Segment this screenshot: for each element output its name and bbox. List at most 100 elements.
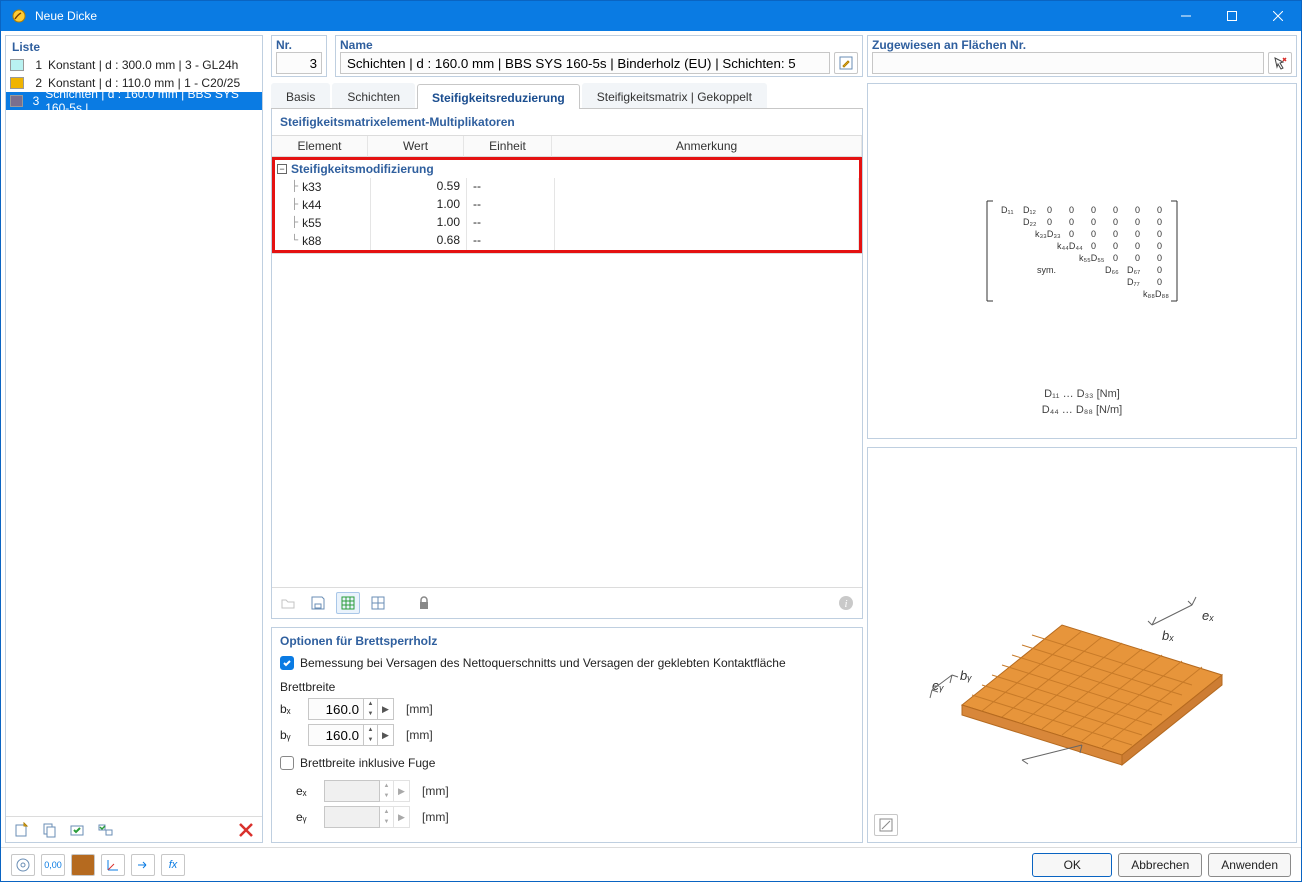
svg-text:0: 0 <box>1135 241 1140 251</box>
ok-button[interactable]: OK <box>1032 853 1112 877</box>
grid-toolbar: i <box>272 587 862 618</box>
goto-icon[interactable] <box>131 854 155 876</box>
tab-schichten[interactable]: Schichten <box>332 83 415 108</box>
axis-icon[interactable] <box>101 854 125 876</box>
close-button[interactable] <box>1255 1 1301 31</box>
minimize-button[interactable] <box>1163 1 1209 31</box>
grid-group-row[interactable]: − Steifigkeitsmodifizierung <box>275 160 859 178</box>
tab-steifigkeitsmatrix[interactable]: Steifigkeitsmatrix | Gekoppelt <box>582 83 767 108</box>
svg-text:0: 0 <box>1135 253 1140 263</box>
svg-text:0: 0 <box>1091 205 1096 215</box>
bx-label: bₓ <box>280 702 300 716</box>
tab-basis[interactable]: Basis <box>271 83 330 108</box>
nr-input[interactable] <box>276 52 322 74</box>
tab-bar: Basis Schichten Steifigkeitsreduzierung … <box>271 83 863 109</box>
apply-button[interactable]: Anwenden <box>1208 853 1291 877</box>
check-used-icon[interactable] <box>66 819 90 841</box>
help-icon[interactable] <box>11 854 35 876</box>
bx-picker-icon[interactable]: ▶ <box>378 698 394 720</box>
check-net-cross-section[interactable] <box>280 656 294 670</box>
check-include-gap[interactable] <box>280 756 294 770</box>
color-icon[interactable] <box>71 854 95 876</box>
app-icon <box>9 6 29 26</box>
svg-text:k₃₃D₃₃: k₃₃D₃₃ <box>1035 229 1061 239</box>
list-toolbar <box>6 816 262 842</box>
col-wert: Wert <box>368 136 464 157</box>
view-compact-icon[interactable] <box>366 592 390 614</box>
window-title: Neue Dicke <box>35 9 97 23</box>
svg-text:0: 0 <box>1157 265 1162 275</box>
board-width-title: Brettbreite <box>280 680 854 694</box>
svg-text:0: 0 <box>1047 205 1052 215</box>
maximize-button[interactable] <box>1209 1 1255 31</box>
check-net-cross-section-label: Bemessung bei Versagen des Nettoquerschn… <box>300 656 786 670</box>
pick-surface-icon[interactable] <box>1268 52 1292 74</box>
tab-steifigkeitsreduzierung[interactable]: Steifigkeitsreduzierung <box>417 84 580 109</box>
matrix-legend-1: D₁₁ … D₃₃ [Nm] <box>868 386 1296 402</box>
save-icon[interactable] <box>306 592 330 614</box>
svg-text:0: 0 <box>1069 229 1074 239</box>
col-element: Element <box>272 136 368 157</box>
svg-text:D₁₁: D₁₁ <box>1001 205 1014 215</box>
assigned-input[interactable] <box>872 52 1264 74</box>
grid-row[interactable]: ├k33 0.59 -- <box>275 178 859 196</box>
svg-text:0: 0 <box>1113 229 1118 239</box>
check-include-gap-label: Brettbreite inklusive Fuge <box>300 756 435 770</box>
list-header: Liste <box>6 36 262 56</box>
grid-row[interactable]: ├k55 1.00 -- <box>275 214 859 232</box>
svg-text:0: 0 <box>1135 229 1140 239</box>
thickness-list[interactable]: 1 Konstant | d : 300.0 mm | 3 - GL24h 2 … <box>6 56 262 816</box>
svg-text:0: 0 <box>1157 241 1162 251</box>
list-panel: Liste 1 Konstant | d : 300.0 mm | 3 - GL… <box>5 35 263 843</box>
svg-text:0: 0 <box>1091 229 1096 239</box>
svg-text:D₆₇: D₆₇ <box>1127 265 1140 275</box>
bx-stepper[interactable]: ▲▼ <box>364 698 378 720</box>
matrix-legend-2: D₄₄ … D₈₈ [N/m] <box>868 402 1296 418</box>
col-anmerkung: Anmerkung <box>552 136 862 157</box>
matrix-preview: D₁₁D₁₂ 000000 D₂₂000000 k₃₃D₃₃00000 k₄₄D… <box>867 83 1297 439</box>
ex-picker-icon: ▶ <box>394 780 410 802</box>
list-item[interactable]: 3 Schichten | d : 160.0 mm | BBS SYS 160… <box>6 92 262 110</box>
copy-item-icon[interactable] <box>38 819 62 841</box>
ey-unit: [mm] <box>422 810 449 824</box>
svg-text:0: 0 <box>1113 241 1118 251</box>
svg-text:D₁₂: D₁₂ <box>1023 205 1037 215</box>
bx-input[interactable] <box>308 698 364 720</box>
grid-row[interactable]: └k88 0.68 -- <box>275 232 859 250</box>
svg-text:bᵧ: bᵧ <box>960 668 972 683</box>
svg-text:0: 0 <box>1091 241 1096 251</box>
edit-name-icon[interactable] <box>834 52 858 74</box>
svg-text:0: 0 <box>1157 217 1162 227</box>
list-item[interactable]: 1 Konstant | d : 300.0 mm | 3 - GL24h <box>6 56 262 74</box>
svg-text:0: 0 <box>1113 253 1118 263</box>
cancel-button[interactable]: Abbrechen <box>1118 853 1202 877</box>
delete-item-icon[interactable] <box>234 819 258 841</box>
color-swatch <box>10 77 24 89</box>
svg-text:0: 0 <box>1157 229 1162 239</box>
clt-preview: eₓ bₓ bᵧ eᵧ <box>867 447 1297 843</box>
collapse-icon[interactable]: − <box>277 164 287 174</box>
preview-settings-icon[interactable] <box>874 814 898 836</box>
svg-text:0: 0 <box>1113 217 1118 227</box>
svg-text:D₂₂: D₂₂ <box>1023 217 1037 227</box>
new-item-icon[interactable] <box>10 819 34 841</box>
function-icon[interactable]: fx <box>161 854 185 876</box>
svg-text:0: 0 <box>1091 217 1096 227</box>
by-stepper[interactable]: ▲▼ <box>364 724 378 746</box>
by-picker-icon[interactable]: ▶ <box>378 724 394 746</box>
svg-text:eₓ: eₓ <box>1202 608 1214 623</box>
svg-text:0: 0 <box>1135 217 1140 227</box>
by-input[interactable] <box>308 724 364 746</box>
view-table-icon[interactable] <box>336 592 360 614</box>
svg-text:0: 0 <box>1157 253 1162 263</box>
name-input[interactable] <box>340 52 830 74</box>
lock-icon[interactable] <box>412 592 436 614</box>
titlebar: Neue Dicke <box>1 1 1301 31</box>
grid-row[interactable]: ├k44 1.00 -- <box>275 196 859 214</box>
check-all-icon[interactable] <box>94 819 118 841</box>
info-icon[interactable]: i <box>834 592 858 614</box>
open-file-icon[interactable] <box>276 592 300 614</box>
units-icon[interactable]: 0,00 <box>41 854 65 876</box>
ex-label: eₓ <box>296 784 316 798</box>
col-einheit: Einheit <box>464 136 552 157</box>
